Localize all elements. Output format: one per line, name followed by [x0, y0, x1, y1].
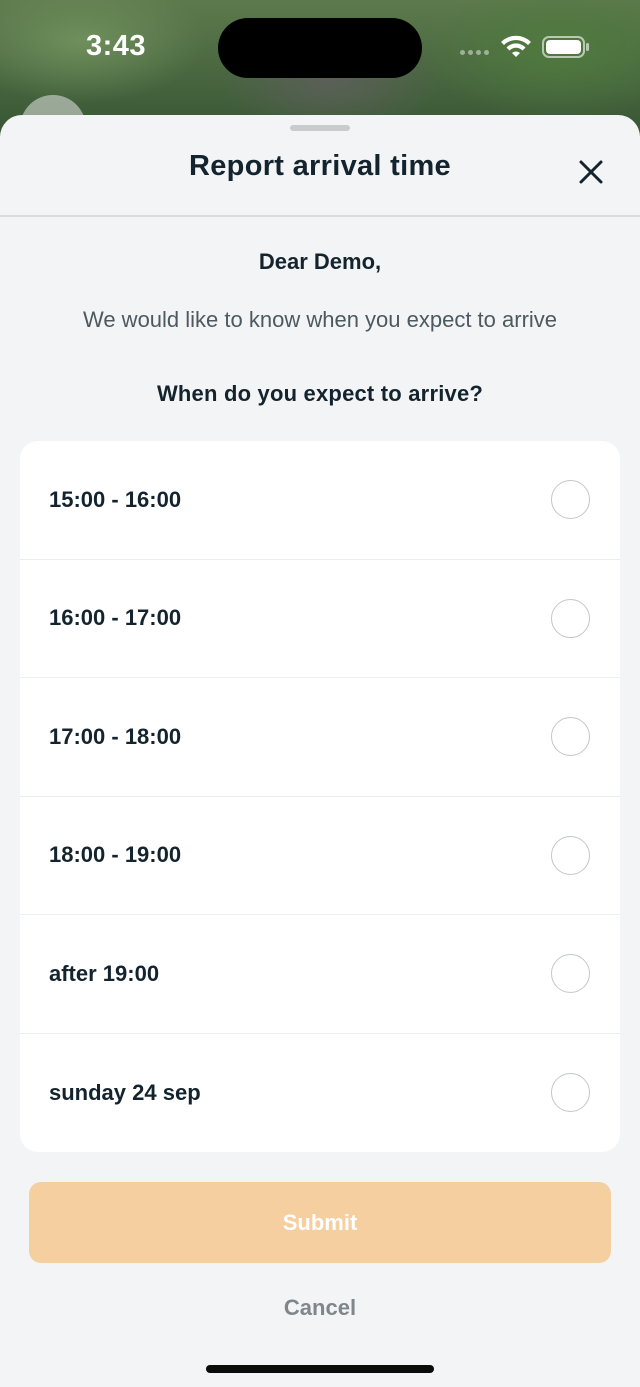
- option-label: sunday 24 sep: [49, 1079, 201, 1105]
- signal-icon: [460, 50, 492, 56]
- wifi-icon: [501, 35, 531, 57]
- option-label: 17:00 - 18:00: [49, 723, 182, 749]
- close-icon: [579, 160, 603, 184]
- radio-button[interactable]: [551, 480, 590, 520]
- arrival-option[interactable]: 18:00 - 19:00: [20, 797, 620, 915]
- radio-button[interactable]: [551, 835, 590, 875]
- option-label: 15:00 - 16:00: [49, 486, 182, 512]
- status-bar: 3:43: [0, 0, 640, 95]
- arrival-option[interactable]: 15:00 - 16:00: [20, 441, 620, 560]
- cancel-button[interactable]: Cancel: [0, 1295, 640, 1321]
- greeting-text: Dear Demo,: [258, 249, 382, 274]
- arrival-option[interactable]: after 19:00: [20, 915, 620, 1034]
- arrival-options-list: 15:00 - 16:00 16:00 - 17:00 17:00 - 18:0…: [20, 441, 620, 1152]
- question-text: When do you expect to arrive?: [156, 381, 484, 406]
- dynamic-island: [218, 18, 422, 78]
- arrival-option[interactable]: 16:00 - 17:00: [20, 560, 620, 678]
- header-divider: [0, 215, 640, 217]
- arrival-time-sheet: Report arrival time Dear Demo, We would …: [0, 115, 640, 1387]
- arrival-option[interactable]: 17:00 - 18:00: [20, 678, 620, 797]
- radio-button[interactable]: [551, 1073, 590, 1113]
- submit-button[interactable]: Submit: [29, 1182, 611, 1263]
- home-indicator: [206, 1365, 434, 1373]
- radio-button[interactable]: [551, 954, 590, 994]
- radio-button[interactable]: [551, 717, 590, 757]
- arrival-option[interactable]: sunday 24 sep: [20, 1034, 620, 1153]
- battery-icon: [542, 36, 589, 58]
- sheet-title: Report arrival time: [189, 150, 451, 182]
- option-label: after 19:00: [49, 960, 160, 986]
- subtitle-text: We would like to know when you expect to…: [82, 307, 558, 332]
- close-button[interactable]: [572, 153, 610, 191]
- option-label: 18:00 - 19:00: [49, 842, 182, 868]
- sheet-grabber[interactable]: [290, 125, 350, 131]
- status-time: 3:43: [86, 30, 147, 62]
- radio-button[interactable]: [551, 598, 590, 638]
- option-label: 16:00 - 17:00: [49, 605, 182, 631]
